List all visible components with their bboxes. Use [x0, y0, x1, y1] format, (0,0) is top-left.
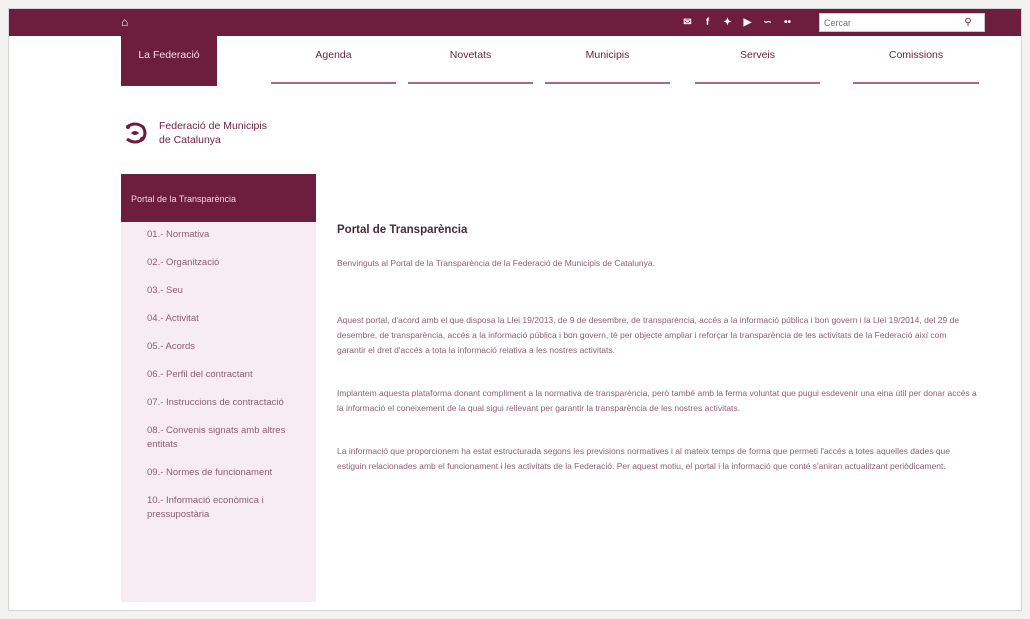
- logo-text: Federació de Municipis de Catalunya: [159, 120, 267, 146]
- nav-item-municipis[interactable]: Municipis: [545, 36, 670, 86]
- social-links: ✉ f ✦ ▶ ∽ ••: [681, 16, 794, 29]
- rss-icon[interactable]: ∽: [761, 16, 774, 29]
- sidebar-item-activitat[interactable]: 04.- Activitat: [147, 312, 297, 326]
- sidebar-item-convenis[interactable]: 08.- Convenis signats amb altres entitat…: [147, 424, 297, 452]
- paragraph: La informació que proporcionem ha estat …: [337, 446, 951, 471]
- sidebar-title[interactable]: Portal de la Transparència: [121, 174, 316, 222]
- search-box: ⚲: [819, 13, 985, 32]
- intro-text: Benvinguts al Portal de la Transparència…: [337, 258, 655, 268]
- sidebar-item-organitzacio[interactable]: 02.- Organització: [147, 256, 297, 270]
- youtube-icon[interactable]: ▶: [741, 16, 754, 29]
- sidebar-item-normativa[interactable]: 01.- Normativa: [147, 228, 297, 242]
- paragraph: Implantem aquesta plataforma donant comp…: [337, 388, 977, 413]
- sidebar: Portal de la Transparència 01.- Normativ…: [121, 174, 316, 602]
- main-nav: La Federació Agenda Novetats Municipis S…: [121, 36, 981, 88]
- nav-item-comissions[interactable]: Comissions: [853, 36, 979, 86]
- site-logo[interactable]: Federació de Municipis de Catalunya: [121, 119, 309, 147]
- sidebar-item-seu[interactable]: 03.- Seu: [147, 284, 297, 298]
- flickr-icon[interactable]: ••: [781, 16, 794, 29]
- sidebar-item-perfil-contractant[interactable]: 06.- Perfil del contractant: [147, 368, 297, 382]
- email-icon[interactable]: ✉: [681, 16, 694, 29]
- facebook-icon[interactable]: f: [701, 16, 714, 29]
- nav-item-novetats[interactable]: Novetats: [408, 36, 533, 86]
- top-bar: ⌂ ✉ f ✦ ▶ ∽ •• ⚲: [9, 9, 1021, 36]
- twitter-icon[interactable]: ✦: [721, 16, 734, 29]
- home-icon[interactable]: ⌂: [121, 15, 135, 29]
- nav-item-serveis[interactable]: Serveis: [695, 36, 820, 86]
- paragraph: Aquest portal, d'acord amb el que dispos…: [337, 315, 960, 355]
- sidebar-item-informacio-economica[interactable]: 10.- Informació econòmica i pressupostàr…: [147, 494, 297, 522]
- sidebar-item-acords[interactable]: 05.- Acords: [147, 340, 297, 354]
- fmc-logo-icon: [126, 122, 147, 144]
- sidebar-item-normes-funcionament[interactable]: 09.- Normes de funcionament: [147, 466, 297, 480]
- page-title: Portal de Transparència: [337, 224, 468, 236]
- sidebar-item-instruccions-contractacio[interactable]: 07.- Instruccions de contractació: [147, 396, 297, 410]
- search-input[interactable]: [820, 14, 960, 31]
- nav-item-la-federacio[interactable]: La Federació: [121, 36, 217, 86]
- sidebar-list: 01.- Normativa 02.- Organització 03.- Se…: [121, 222, 316, 522]
- nav-item-agenda[interactable]: Agenda: [271, 36, 396, 86]
- search-icon[interactable]: ⚲: [960, 14, 976, 31]
- page-frame: ⌂ ✉ f ✦ ▶ ∽ •• ⚲ La Federació Agenda Nov…: [8, 8, 1022, 611]
- main-content: Portal de Transparència Benvinguts al Po…: [337, 224, 977, 502]
